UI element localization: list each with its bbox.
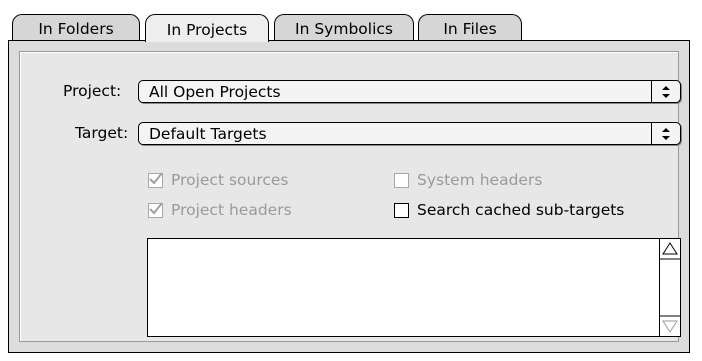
project-headers-label: Project headers bbox=[171, 201, 292, 219]
checkmark-icon bbox=[149, 172, 163, 185]
popup-arrows-icon bbox=[651, 81, 680, 102]
scroll-down-arrow-icon[interactable] bbox=[662, 320, 678, 333]
tab-panel: Project: All Open Projects Target: Defau… bbox=[8, 40, 690, 353]
target-popup[interactable]: Default Targets bbox=[138, 122, 681, 145]
tab-label: In Projects bbox=[166, 20, 248, 39]
results-list[interactable] bbox=[147, 238, 681, 337]
tab-in-folders[interactable]: In Folders bbox=[12, 14, 140, 41]
search-cached-checkbox[interactable] bbox=[394, 203, 409, 218]
popup-arrows-icon bbox=[651, 123, 680, 144]
scroll-up-arrow-icon[interactable] bbox=[662, 242, 678, 255]
tab-in-files[interactable]: In Files bbox=[418, 14, 522, 41]
scrollbar-track bbox=[660, 242, 680, 333]
search-cached-label: Search cached sub-targets bbox=[417, 201, 625, 219]
tab-label: In Folders bbox=[38, 20, 114, 38]
search-options-area: Project: All Open Projects Target: Defau… bbox=[19, 51, 681, 342]
tab-label: In Symbolics bbox=[295, 20, 393, 38]
project-popup-value: All Open Projects bbox=[149, 83, 281, 101]
project-popup[interactable]: All Open Projects bbox=[138, 80, 681, 103]
target-popup-value: Default Targets bbox=[149, 125, 267, 143]
checkmark-icon bbox=[149, 202, 163, 215]
system-headers-checkbox[interactable] bbox=[394, 173, 409, 188]
tab-in-projects[interactable]: In Projects bbox=[145, 14, 269, 42]
system-headers-label: System headers bbox=[417, 171, 543, 189]
project-sources-label: Project sources bbox=[171, 171, 289, 189]
vertical-scrollbar[interactable] bbox=[659, 239, 680, 336]
project-sources-checkbox[interactable] bbox=[148, 172, 163, 188]
target-label: Target: bbox=[75, 124, 129, 142]
tab-label: In Files bbox=[443, 20, 497, 38]
project-label: Project: bbox=[63, 82, 122, 100]
project-headers-checkbox[interactable] bbox=[148, 202, 163, 218]
tab-in-symbolics[interactable]: In Symbolics bbox=[274, 14, 414, 41]
